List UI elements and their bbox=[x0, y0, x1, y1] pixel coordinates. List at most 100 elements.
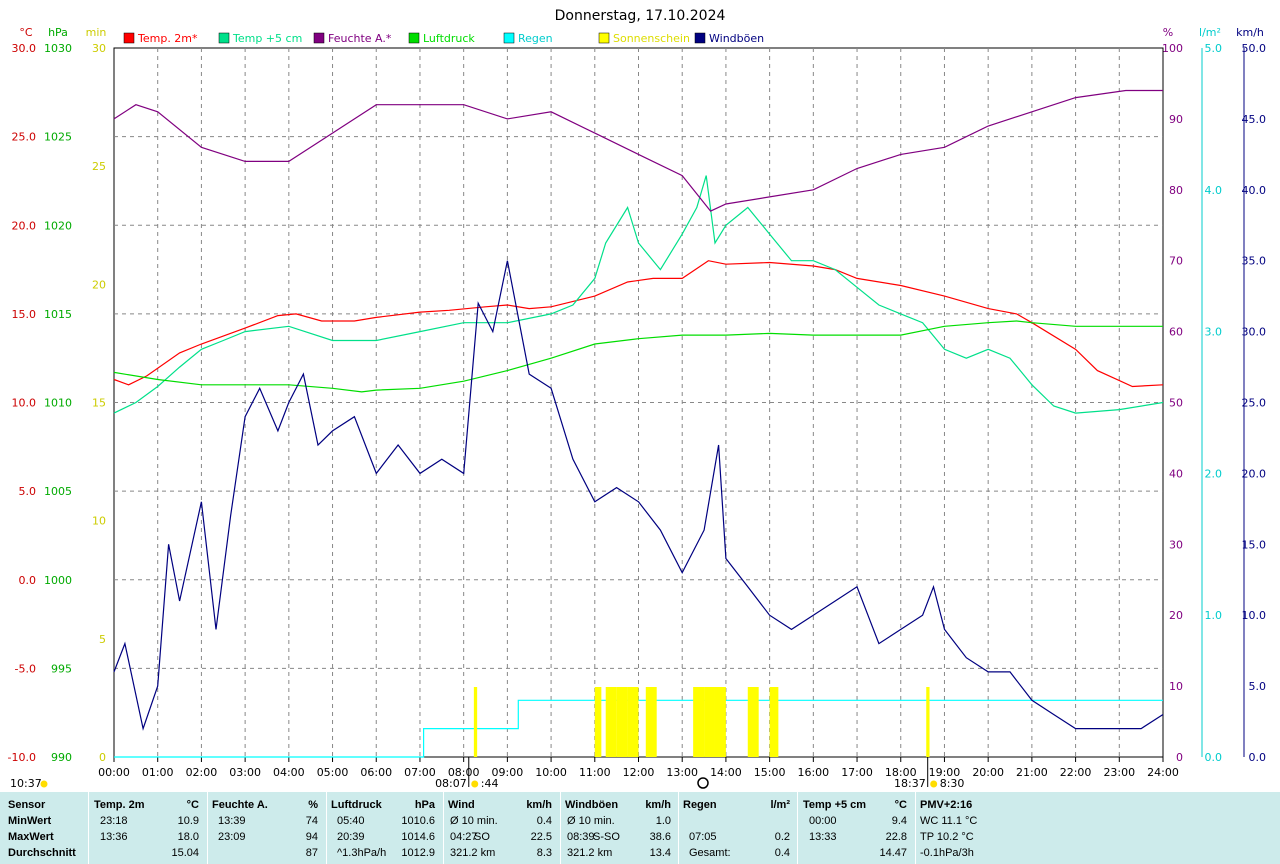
stats-header-label: Sensor bbox=[8, 799, 46, 811]
hour-tick: 04:00 bbox=[273, 766, 305, 779]
celsius-tick: 0.0 bbox=[19, 574, 37, 587]
stats-header-unit: km/h bbox=[526, 799, 552, 811]
kmh-tick: 10.0 bbox=[1242, 609, 1267, 622]
min-tick: 30 bbox=[92, 42, 106, 55]
stats-wind-value: 0.4 bbox=[536, 815, 552, 827]
hour-tick: 12:00 bbox=[623, 766, 655, 779]
stats-header-unit: % bbox=[308, 799, 318, 811]
celsius-tick: -5.0 bbox=[15, 662, 36, 675]
stats-wind-value: 22.5 bbox=[530, 831, 552, 843]
stats-row-label: MaxWert bbox=[8, 831, 54, 843]
rain-tick: 4.0 bbox=[1205, 184, 1223, 197]
stats-rain-time: Gesamt: bbox=[689, 847, 731, 859]
hour-tick: 06:00 bbox=[360, 766, 392, 779]
stats-hum-value: 74 bbox=[305, 815, 318, 827]
kmh-tick: 50.0 bbox=[1242, 42, 1267, 55]
stats-wind-dir: SO bbox=[474, 831, 490, 843]
legend-label: Temp. 2m* bbox=[137, 32, 198, 45]
stats-temp5-time: 13:33 bbox=[809, 831, 837, 843]
legend-label: Windböen bbox=[709, 32, 764, 45]
pct-tick: 20 bbox=[1169, 609, 1183, 622]
weather-chart: Donnerstag, 17.10.2024 Temp. 2m* Temp +5 … bbox=[8, 8, 1266, 790]
kmh-tick: 45.0 bbox=[1242, 113, 1267, 126]
sunshine-bar bbox=[605, 687, 617, 757]
axis-labels: °C hPa min% l/m² km/h 30.0 25.0 20.0 15.0 10.0 5.0… bbox=[8, 26, 1266, 790]
hour-tick: 03:00 bbox=[229, 766, 261, 779]
stats-divider bbox=[560, 792, 561, 864]
legend: Temp. 2m* Temp +5 cm Feuchte A.* Luftdruck R… bbox=[123, 32, 764, 45]
sunset-end-label: 8:30 bbox=[940, 777, 965, 790]
stats-row-label: Durchschnitt bbox=[8, 847, 76, 859]
stats-header-label: Temp +5 cm bbox=[803, 799, 867, 811]
hour-tick: 16:00 bbox=[797, 766, 829, 779]
kmh-tick: 0.0 bbox=[1249, 751, 1267, 764]
rain-tick: 5.0 bbox=[1205, 42, 1223, 55]
stats-press-value: 1014.6 bbox=[401, 831, 435, 843]
stats-pmv: -0.1hPa/3h bbox=[920, 847, 974, 859]
stats-gust-time: 321.2 km bbox=[567, 847, 613, 859]
celsius-tick: 5.0 bbox=[19, 485, 37, 498]
hour-tick: 20:00 bbox=[972, 766, 1004, 779]
stats-header-unit: °C bbox=[186, 799, 199, 811]
pct-tick: 40 bbox=[1169, 467, 1183, 480]
pct-unit-label: % bbox=[1163, 26, 1173, 39]
pct-tick: 30 bbox=[1169, 538, 1183, 551]
legend-swatch bbox=[218, 32, 230, 44]
kmh-tick: 35.0 bbox=[1242, 255, 1267, 268]
rain-tick: 0.0 bbox=[1205, 751, 1223, 764]
sunshine-bar bbox=[769, 687, 779, 757]
stats-header-unit: km/h bbox=[645, 799, 671, 811]
stats-gust-time: 08:39 bbox=[567, 831, 595, 843]
stats-wind-time: Ø 10 min. bbox=[450, 815, 498, 827]
stats-table: Sensor Temp. 2m °C Feuchte A.% Luftdruck hPa W… bbox=[0, 792, 1280, 864]
rain-unit-label: l/m² bbox=[1199, 26, 1221, 39]
celsius-tick: -10.0 bbox=[8, 751, 36, 764]
sunshine-bar bbox=[747, 687, 759, 757]
stats-header-label: Temp. 2m bbox=[94, 799, 145, 811]
stats-gust-value: 38.6 bbox=[649, 831, 671, 843]
hour-tick: 13:00 bbox=[666, 766, 698, 779]
stats-divider bbox=[915, 792, 916, 864]
min-tick: 25 bbox=[92, 160, 106, 173]
sunrise-sun-icon bbox=[471, 780, 479, 788]
legend-swatch bbox=[123, 32, 135, 44]
pct-tick: 70 bbox=[1169, 255, 1183, 268]
pct-tick: 100 bbox=[1162, 42, 1183, 55]
sunshine-bar bbox=[627, 687, 639, 757]
stats-press-value: 1012.9 bbox=[401, 847, 435, 859]
stats-header-label: Luftdruck bbox=[331, 799, 382, 811]
stats-row-label: MinWert bbox=[8, 815, 52, 827]
stats-header-unit: l/m² bbox=[770, 799, 790, 811]
legend-label: Temp +5 cm bbox=[232, 32, 302, 45]
stats-divider bbox=[207, 792, 208, 864]
celsius-tick: 15.0 bbox=[12, 308, 37, 321]
pct-tick: 60 bbox=[1169, 326, 1183, 339]
pct-tick: 10 bbox=[1169, 680, 1183, 693]
stats-temp2m-value: 10.9 bbox=[177, 815, 199, 827]
stats-header-label: Wind bbox=[448, 799, 475, 811]
hour-tick: 11:00 bbox=[579, 766, 611, 779]
sunset-time-label: 18:37 bbox=[894, 777, 926, 790]
min-tick: 15 bbox=[92, 397, 106, 410]
min-tick: 5 bbox=[99, 633, 106, 646]
hpa-tick: 1025 bbox=[44, 131, 72, 144]
stats-hum-time: 13:39 bbox=[218, 815, 246, 827]
legend-label: Luftdruck bbox=[423, 32, 475, 45]
hour-tick: 01:00 bbox=[142, 766, 174, 779]
min-tick: 0 bbox=[99, 751, 106, 764]
sunrise-time-label: 08:07 bbox=[435, 777, 467, 790]
stats-wind-value: 8.3 bbox=[536, 847, 552, 859]
stats-hum-value: 94 bbox=[305, 831, 318, 843]
hour-tick: 05:00 bbox=[317, 766, 349, 779]
stats-press-value: 1010.6 bbox=[401, 815, 435, 827]
stats-temp2m-time: 13:36 bbox=[100, 831, 128, 843]
pct-tick: 80 bbox=[1169, 184, 1183, 197]
stats-pmv: WC 11.1 °C bbox=[920, 815, 978, 827]
stats-divider bbox=[797, 792, 798, 864]
hpa-unit-label: hPa bbox=[48, 26, 68, 39]
stats-temp2m-time: 23:18 bbox=[100, 815, 128, 827]
sunrise-end-label: :44 bbox=[481, 777, 499, 790]
sunshine-bar bbox=[594, 687, 602, 757]
daylength-label: 10:37 bbox=[10, 777, 42, 790]
legend-swatch bbox=[598, 32, 610, 44]
